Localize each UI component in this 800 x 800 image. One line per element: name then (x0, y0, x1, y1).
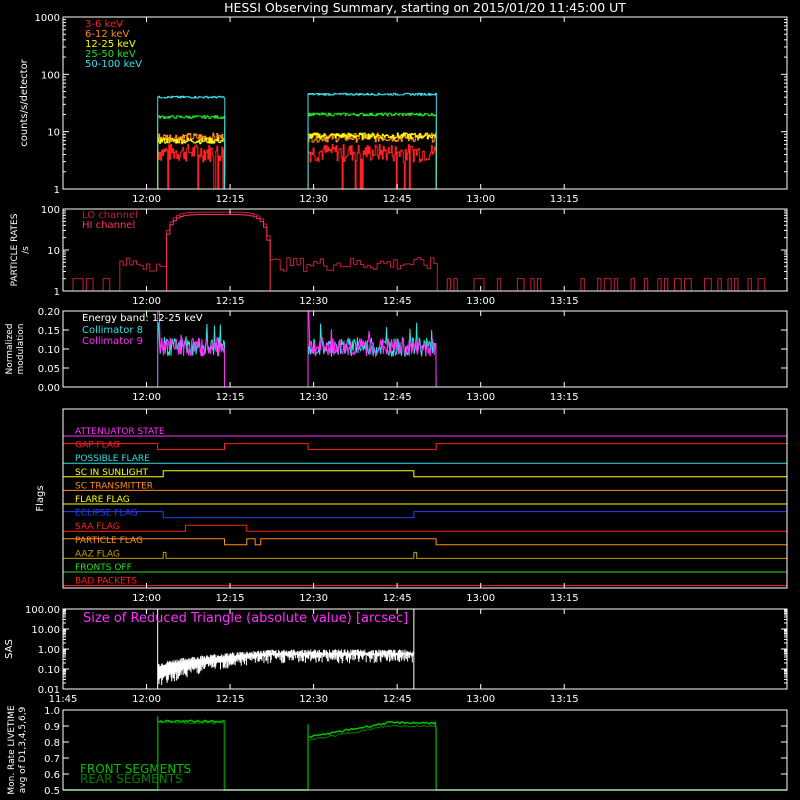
flag-label: ATTENUATOR STATE (75, 427, 165, 437)
x-tick-label: 12:30 (299, 694, 328, 705)
sas-y-tick-label: 100.00 (25, 605, 60, 616)
x-tick-label: 12:00 (132, 296, 161, 307)
count-rates-y-tick-label: 1 (54, 185, 60, 196)
x-tick-label: 13:15 (550, 296, 579, 307)
legend-entry: Collimator 8 (82, 325, 143, 336)
x-tick-label: 12:45 (383, 296, 412, 307)
sas-y-tick-label: 0.10 (38, 665, 60, 676)
count-rates-y-tick-label: 100 (41, 70, 60, 81)
modulation-y-tick-label: 0.05 (38, 364, 60, 375)
count-rates-ylabel-line: counts/s/detector (19, 58, 30, 146)
x-tick-label: 13:00 (466, 392, 495, 403)
flag-label: SC IN SUNLIGHT (75, 468, 149, 478)
x-tick-label: 13:15 (550, 194, 579, 205)
x-tick-label: 12:45 (383, 694, 412, 705)
livetime-ylabel: Mon. Rate LIVETIMEavg of D1,3,4,5,6,9 (7, 705, 28, 795)
livetime-y-tick-label: 1.0 (44, 706, 60, 717)
modulation-ylabel: Normalizedmodulation (5, 323, 26, 374)
x-tick-label: 12:30 (299, 296, 328, 307)
x-tick-label: 12:30 (299, 194, 328, 205)
livetime-y-tick-label: 0.8 (44, 738, 60, 749)
modulation-ylabel-line: modulation (16, 324, 26, 375)
x-tick-label: 12:30 (299, 392, 328, 403)
x-tick-label: 13:00 (466, 694, 495, 705)
x-tick-label: 12:15 (216, 194, 245, 205)
legend-entry: HI channel (82, 220, 135, 231)
flag-label: GAP FLAG (75, 441, 120, 451)
energy-band-label: Energy band: 12-25 keV (82, 313, 203, 324)
flag-label: PARTICLE FLAG (75, 536, 143, 546)
sas-y-tick-label: 10.00 (31, 625, 60, 636)
flags-ylabel: Flags (35, 485, 46, 511)
particle-rates-y-tick-label: 100 (41, 205, 60, 216)
modulation-y-tick-label: 0.20 (38, 307, 60, 318)
x-tick-label: 13:15 (550, 694, 579, 705)
flag-label: BAD PACKETS (75, 577, 137, 587)
livetime-y-tick-label: 0.9 (44, 722, 60, 733)
flag-label: FLARE FLAG (75, 495, 130, 505)
modulation-y-tick-label: 0.15 (38, 326, 60, 337)
livetime-y-tick-label: 0.5 (44, 786, 60, 797)
x-tick-label: 12:45 (383, 392, 412, 403)
flag-label: AAZ FLAG (75, 549, 120, 559)
figure-title: HESSI Observing Summary, starting on 201… (224, 0, 626, 15)
x-tick-label: 12:15 (216, 392, 245, 403)
particle-rates-ylabel-line: /s (21, 246, 31, 254)
sas-annotation: Size of Reduced Triangle (absolute value… (83, 611, 408, 626)
livetime-y-tick-label: 0.6 (44, 770, 60, 781)
particle-rates-ylabel-line: PARTICLE RATES (10, 213, 20, 286)
x-tick-label: 12:00 (132, 694, 161, 705)
x-tick-label: 13:00 (466, 194, 495, 205)
x-tick-label: 12:00 (132, 194, 161, 205)
flag-label: SC TRANSMITTER (75, 481, 153, 491)
flags-ylabel-line: Flags (35, 485, 46, 511)
x-tick-label: 12:15 (216, 593, 245, 604)
flag-label: POSSIBLE FLARE (75, 454, 150, 464)
legend-entry: 50-100 keV (85, 59, 142, 70)
x-tick-label: 12:00 (132, 593, 161, 604)
x-tick-label: 12:45 (383, 194, 412, 205)
particle-rates-y-tick-label: 10 (47, 246, 60, 257)
count-rates-y-tick-label: 1000 (35, 13, 60, 24)
modulation-ylabel-line: Normalized (5, 323, 15, 374)
livetime-ylabel-line: Mon. Rate LIVETIME (7, 705, 17, 795)
count-rates-ylabel: counts/s/detector (19, 58, 30, 146)
x-tick-label: 13:15 (550, 392, 579, 403)
sas-ylabel-line: SAS (4, 639, 15, 659)
count-rates-y-tick-label: 10 (47, 128, 60, 139)
sas-ylabel: SAS (4, 639, 15, 659)
sas-y-tick-label: 1.00 (38, 645, 60, 656)
legend-entry: Collimator 9 (82, 336, 143, 347)
x-tick-label: 13:00 (466, 593, 495, 604)
x-tick-label: 13:00 (466, 296, 495, 307)
x-tick-label: 12:30 (299, 593, 328, 604)
livetime-y-tick-label: 0.7 (44, 754, 60, 765)
particle-rates-y-tick-label: 1 (54, 287, 60, 298)
x-tick-label: 12:15 (216, 694, 245, 705)
x-tick-label: 12:15 (216, 296, 245, 307)
livetime-ylabel-line: avg of D1,3,4,5,6,9 (18, 706, 28, 793)
flag-label: FRONTS OFF (75, 563, 132, 573)
x-tick-label: 13:15 (550, 593, 579, 604)
x-tick-label: 11:45 (49, 694, 78, 705)
legend-entry: REAR SEGMENTS (80, 772, 183, 786)
modulation-y-tick-label: 0.10 (38, 345, 60, 356)
observing-summary-figure: HESSI Observing Summary, starting on 201… (0, 0, 800, 800)
flag-label: SAA FLAG (75, 522, 120, 532)
x-tick-label: 12:45 (383, 593, 412, 604)
flag-label: ECLIPSE FLAG (75, 509, 138, 519)
modulation-y-tick-label: 0.00 (38, 383, 60, 394)
x-tick-label: 12:00 (132, 392, 161, 403)
